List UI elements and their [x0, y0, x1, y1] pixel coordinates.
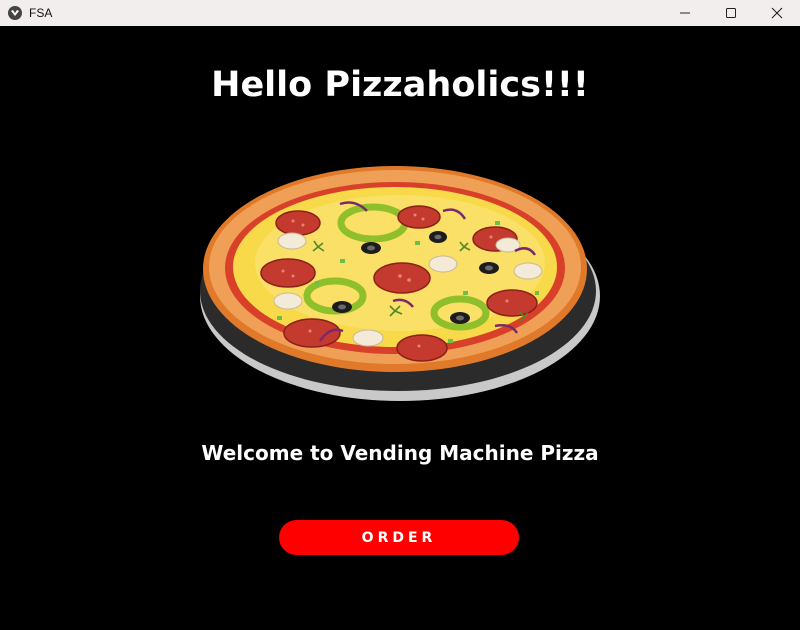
main-content: Hello Pizzaholics!!! Welcome to Vending …	[0, 26, 800, 630]
welcome-text: Welcome to Vending Machine Pizza	[201, 441, 599, 465]
app-window: FSA Hello Pizzaholics!!! Welcome to Vend…	[0, 0, 800, 630]
minimize-button[interactable]	[662, 0, 708, 26]
pizza-illustration	[195, 141, 605, 406]
page-title: Hello Pizzaholics!!!	[211, 65, 589, 105]
app-icon	[8, 6, 22, 20]
maximize-icon	[726, 8, 736, 18]
minimize-icon	[680, 12, 690, 14]
order-button[interactable]: ORDER	[279, 520, 519, 555]
close-icon	[771, 7, 783, 19]
window-title: FSA	[29, 6, 53, 20]
title-bar[interactable]: FSA	[0, 0, 800, 26]
close-button[interactable]	[754, 0, 800, 26]
maximize-button[interactable]	[708, 0, 754, 26]
window-controls	[662, 0, 800, 26]
